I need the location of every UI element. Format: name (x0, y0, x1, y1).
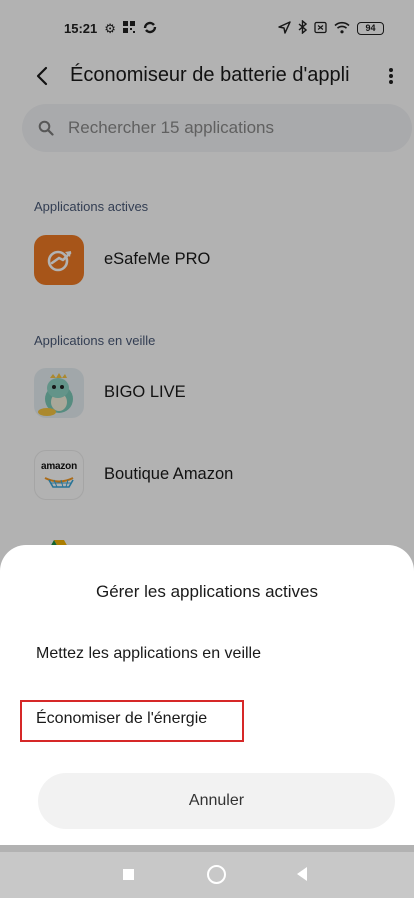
option-save-energy[interactable]: Économiser de l'énergie (36, 710, 207, 728)
navigation-bar (0, 852, 414, 898)
recent-apps-icon[interactable] (123, 869, 134, 880)
bottom-sheet: Gérer les applications actives Mettez le… (0, 545, 414, 845)
sheet-title: Gérer les applications actives (95, 582, 319, 601)
back-nav-icon[interactable] (297, 867, 307, 881)
option-standby[interactable]: Mettez les applications en veille (36, 645, 261, 663)
home-icon[interactable] (207, 865, 226, 884)
cancel-button[interactable]: Annuler (38, 773, 395, 829)
